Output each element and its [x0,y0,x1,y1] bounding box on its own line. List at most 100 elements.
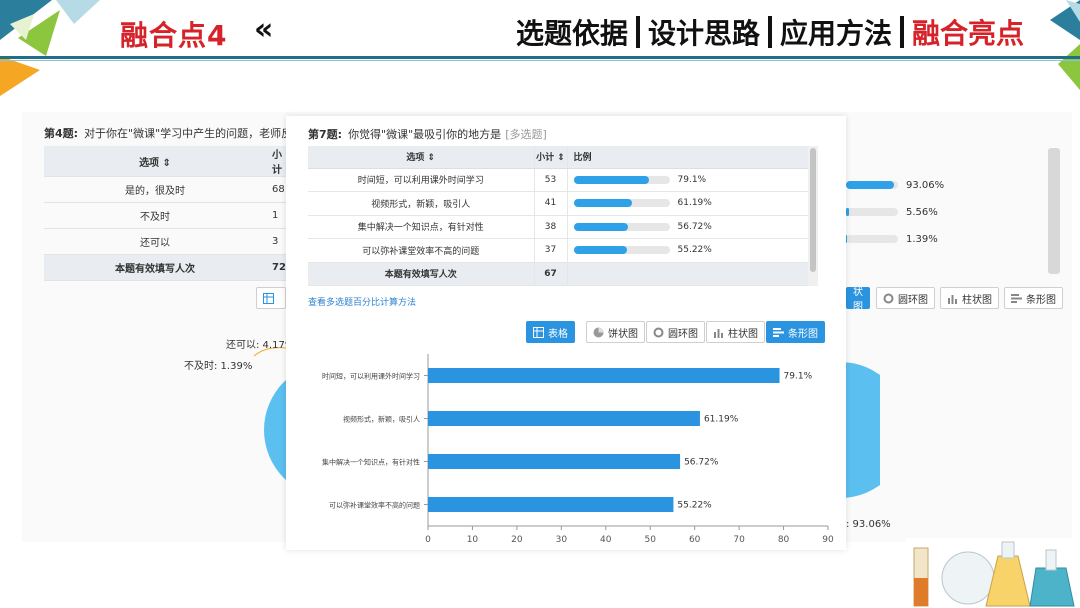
q7-ratio-bar [573,222,670,231]
category-label: 可以弥补课堂效率不高的问题 [329,501,420,510]
bar-chart-icon [773,327,784,337]
q4-number: 第4题: [44,127,79,140]
q4-pie-view-button[interactable]: 状图 [846,287,870,313]
nav-item-method[interactable]: 应用方法 [780,12,892,52]
q4-percent-bar-fill [846,181,895,189]
q7-header-option[interactable]: 选项 ⇕ [308,146,535,169]
q7-header-count[interactable]: 小计 ⇕ [534,146,568,169]
x-tick-label: 40 [600,535,612,545]
chevron-left-icon: « [254,12,274,47]
bar [428,454,681,469]
q7-bar-view-button[interactable]: 条形图 [766,321,825,343]
q7-ratio-cell: 55.22% [567,238,808,263]
x-tick-label: 90 [822,535,834,545]
q4-column-button-label: 柱状图 [962,294,992,306]
q7-donut-button-label: 圆环图 [668,328,698,340]
q4-scrollbar[interactable] [1048,148,1060,274]
q4-option-cell: 不及时 [44,202,266,229]
q7-bar-chart: 0 10 20 30 40 50 60 70 80 90 时间短，可以利用课外时间学习 79.1% 视频… [322,354,834,545]
q7-ratio-bar-fill [573,175,650,184]
nav-divider [635,16,640,48]
corner-triangles-right-decoration [1050,0,1080,90]
nav-item-highlight[interactable]: 融合亮点 [912,12,1024,52]
q4-bar-view-button[interactable]: 条形图 [1004,287,1063,309]
q4-header-count[interactable]: 小计 [266,146,288,177]
q7-total-count: 67 [534,262,568,286]
category-label: 时间短，可以利用课外时间学习 [322,372,420,381]
q4-title: 第4题: 对于你在"微课"学习中产生的问题，老师反馈 [44,125,303,141]
bar-data-label: 55.22% [677,501,712,511]
column-chart-icon [714,328,723,338]
section-nav: 选题依据 设计思路 应用方法 融合亮点 [516,12,1024,52]
q7-ratio-bar [573,175,670,184]
q4-percent-bar [846,208,898,216]
bar-data-label: 56.72% [684,458,719,468]
table-row: 可以弥补课堂效率不高的问题 37 55.22% [308,238,808,263]
x-tick-label: 80 [778,535,790,545]
q4-donut-view-button[interactable]: 圆环图 [876,287,935,309]
x-tick-label: 10 [467,535,479,545]
q7-ratio-text: 55.22% [677,245,712,255]
corner-triangles-decoration [0,0,100,96]
q4-percent-bar-fill [846,208,849,216]
q7-table-button-label: 表格 [548,328,568,340]
q4-percent-text: 93.06% [906,179,945,191]
q7-bar-button-label: 条形图 [788,328,818,340]
pie-label-timely: : 93.06% [846,519,891,530]
q4-percent-bar [846,235,898,243]
q4-pie-chart-right-slice [840,362,880,498]
q4-count-cell: 1 [266,202,288,229]
q7-ratio-bar-fill [573,246,627,254]
q4-question-text: 对于你在"微课"学习中产生的问题，老师反馈 [84,127,304,140]
q4-column-view-button[interactable]: 柱状图 [940,287,999,309]
bar [428,368,780,383]
q7-column-view-button[interactable]: 柱状图 [706,321,765,343]
q7-ratio-bar [573,199,670,207]
q7-total-label: 本题有效填写人次 [308,262,535,286]
table-icon [533,326,544,338]
x-tick-label: 0 [425,535,431,545]
q7-table: 选项 ⇕ 小计 ⇕ 比例 时间短，可以利用课外时间学习 53 79.1% 视频形… [308,146,808,286]
q4-header-option[interactable]: 选项 ⇕ [44,146,266,177]
q7-count-cell: 37 [534,238,568,263]
q7-option-cell: 集中解决一个知识点，有针对性 [308,215,535,239]
q4-percent-bar [846,181,898,189]
q7-pie-view-button[interactable]: 饼状图 [586,321,645,343]
q4-pie-button-label: 状图 [853,287,863,313]
table-icon [263,292,274,304]
q7-title: 第7题: 你觉得"微课"最吸引你的地方是 [多选题] [308,126,547,142]
bar-chart-icon [1011,293,1022,303]
q4-percent-text: 1.39% [906,233,938,245]
table-row-total: 本题有效填写人次 72 [44,254,288,281]
q7-ratio-bar-fill [573,222,628,231]
q4-bar-button-label: 条形图 [1026,294,1056,306]
nav-item-basis[interactable]: 选题依据 [516,12,628,52]
q7-ratio-cell: 61.19% [567,191,808,216]
donut-icon [883,293,894,303]
q7-count-cell: 41 [534,191,568,216]
q7-ratio-cell: 79.1% [567,168,808,192]
q7-table-view-button[interactable]: 表格 [526,321,575,343]
pie-label-not-timely: 不及时: 1.39% [184,361,253,372]
table-row: 集中解决一个知识点，有针对性 38 56.72% [308,215,808,239]
nav-item-design[interactable]: 设计思路 [648,12,760,52]
x-tick-label: 20 [511,535,523,545]
donut-icon [653,327,664,337]
q7-panel: 第7题: 你觉得"微课"最吸引你的地方是 [多选题] 选项 ⇕ 小计 ⇕ 比例 时间… [286,116,846,550]
q7-question-text: 你觉得"微课"最吸引你的地方是 [348,128,502,141]
q7-donut-view-button[interactable]: 圆环图 [646,321,705,343]
q7-scrollbar-thumb[interactable] [810,148,816,272]
q4-table-view-button[interactable] [256,287,286,309]
q7-ratio-bar [573,246,670,254]
table-row: 时间短，可以利用课外时间学习 53 79.1% [308,168,808,192]
lab-glassware-decoration [906,538,1080,608]
category-label: 视频形式，新颖，吸引人 [343,415,420,424]
bar-data-label: 79.1% [784,372,813,382]
q4-percent-text: 5.56% [906,206,938,218]
x-tick-label: 70 [733,535,745,545]
q4-table: 选项 ⇕ 小计 是的，很及时 68 不及时 1 还可以 3 本题有效填写人次 7… [44,146,288,281]
multi-select-percent-method-link[interactable]: 查看多选题百分比计算方法 [308,295,416,308]
q4-count-cell: 68 [266,176,288,203]
q4-percent-column: 93.06% 5.56% 1.39% [846,146,1050,276]
bar [428,411,700,426]
